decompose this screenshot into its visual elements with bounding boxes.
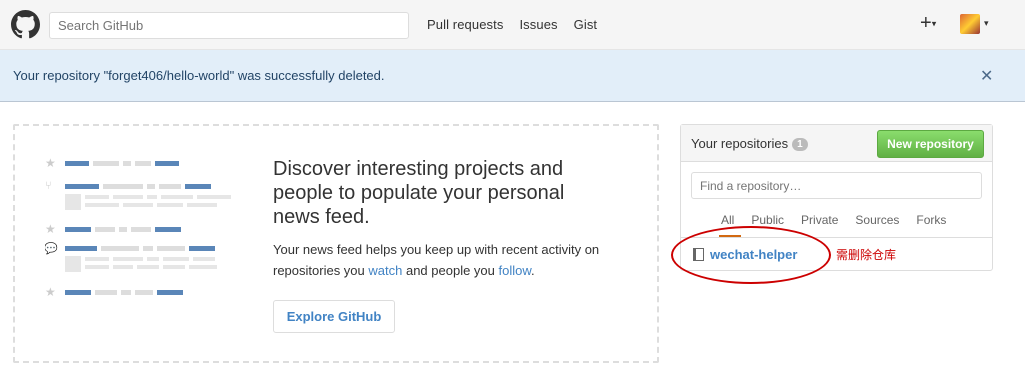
discover-text-part: . <box>531 263 535 278</box>
new-repository-button[interactable]: New repository <box>877 130 984 158</box>
tab-forks[interactable]: Forks <box>916 213 946 227</box>
nav-gist[interactable]: Gist <box>574 17 598 32</box>
flash-notice: Your repository "forget406/hello-world" … <box>0 50 1025 102</box>
tab-public[interactable]: Public <box>751 213 784 227</box>
flash-message: Your repository "forget406/hello-world" … <box>13 68 385 83</box>
follow-link[interactable]: follow <box>499 263 532 278</box>
site-header: Pull requests Issues Gist +▾ ▾ <box>0 0 1025 50</box>
pull-request-icon: ⑂ <box>45 180 52 192</box>
tab-sources[interactable]: Sources <box>855 213 899 227</box>
repositories-title-text: Your repositories <box>691 136 789 151</box>
annotation-text: 需删除仓库 <box>836 248 897 262</box>
chevron-down-icon: ▾ <box>931 18 937 29</box>
repositories-title: Your repositories 1 <box>691 136 808 151</box>
annotation-ellipse <box>671 226 831 284</box>
repository-filter-input[interactable] <box>691 172 982 199</box>
close-icon[interactable]: ✕ <box>980 66 993 86</box>
discover-title: Discover interesting projects and people… <box>273 158 565 228</box>
chevron-down-icon[interactable]: ▾ <box>984 18 989 29</box>
repository-count-badge: 1 <box>792 138 808 151</box>
repositories-header: Your repositories 1 New repository <box>681 125 992 162</box>
tab-private[interactable]: Private <box>801 213 838 227</box>
news-feed-illustration: ★ ⑂ ★ 💬 ★ <box>45 156 231 299</box>
explore-github-button[interactable]: Explore GitHub <box>273 300 395 333</box>
create-new-button[interactable]: +▾ <box>920 13 936 34</box>
plus-icon: + <box>920 12 932 34</box>
star-icon: ★ <box>45 156 56 170</box>
watch-link[interactable]: watch <box>368 263 402 278</box>
discover-panel: ★ ⑂ ★ 💬 ★ Discover interesting projects … <box>13 124 659 363</box>
header-nav: Pull requests Issues Gist <box>427 17 597 32</box>
discover-description: Your news feed helps you keep up with re… <box>273 239 643 281</box>
comment-icon: 💬 <box>45 242 58 255</box>
nav-issues[interactable]: Issues <box>519 17 557 32</box>
tab-all[interactable]: All <box>721 213 734 227</box>
discover-text-part: and people you <box>402 263 499 278</box>
star-icon: ★ <box>45 222 56 236</box>
nav-pull-requests[interactable]: Pull requests <box>427 17 503 32</box>
star-icon: ★ <box>45 285 56 299</box>
github-logo-icon[interactable] <box>11 10 40 39</box>
search-input[interactable] <box>49 12 409 39</box>
repository-filter-tabs: All Public Private Sources Forks <box>721 213 946 227</box>
avatar[interactable] <box>960 14 980 34</box>
